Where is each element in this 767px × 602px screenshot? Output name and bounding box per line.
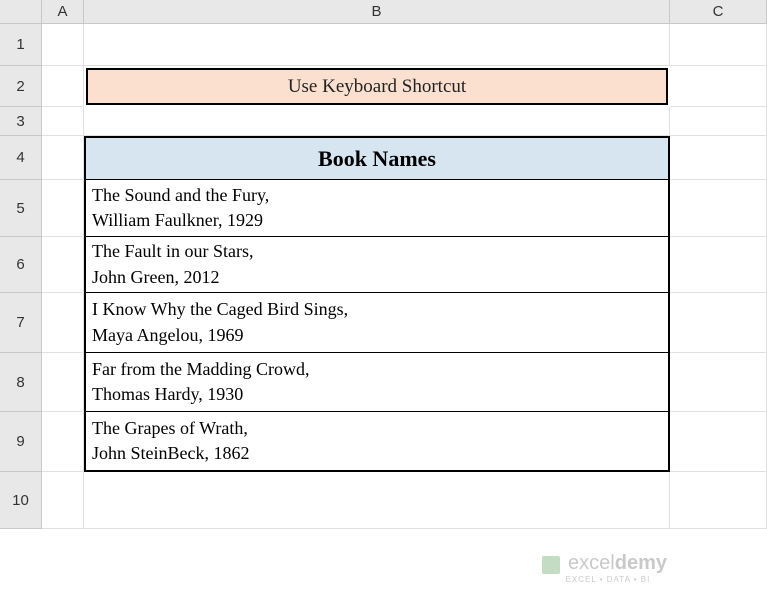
row-header-3[interactable]: 3 xyxy=(0,107,42,136)
book-row-1[interactable]: The Sound and the Fury, William Faulkner… xyxy=(84,180,670,237)
col-header-c[interactable]: C xyxy=(670,0,767,24)
cell-a10[interactable] xyxy=(42,472,84,529)
book-line: John Green, 2012 xyxy=(92,265,662,290)
cell-a4[interactable] xyxy=(42,136,84,180)
col-header-b[interactable]: B xyxy=(84,0,670,24)
row-header-8[interactable]: 8 xyxy=(0,353,42,412)
row-header-6[interactable]: 6 xyxy=(0,237,42,293)
watermark-tagline: EXCEL • DATA • BI xyxy=(566,575,667,584)
cell-c6[interactable] xyxy=(670,237,767,293)
watermark-brand2: demy xyxy=(615,552,667,574)
cell-a9[interactable] xyxy=(42,412,84,472)
col-header-a[interactable]: A xyxy=(42,0,84,24)
cell-a2[interactable] xyxy=(42,66,84,107)
book-row-2[interactable]: The Fault in our Stars, John Green, 2012 xyxy=(84,237,670,293)
watermark-brand1: excel xyxy=(568,552,615,574)
book-line: The Grapes of Wrath, xyxy=(92,416,662,441)
book-line: I Know Why the Caged Bird Sings, xyxy=(92,297,662,322)
watermark-icon xyxy=(542,556,560,574)
table-header[interactable]: Book Names xyxy=(84,136,670,180)
cell-a8[interactable] xyxy=(42,353,84,412)
row-header-4[interactable]: 4 xyxy=(0,136,42,180)
spreadsheet-grid: A B C 1 2 Use Keyboard Shortcut 3 4 Book… xyxy=(0,0,767,529)
cell-b10[interactable] xyxy=(84,472,670,529)
book-line: Thomas Hardy, 1930 xyxy=(92,382,662,407)
book-line: Maya Angelou, 1969 xyxy=(92,323,662,348)
book-line: Far from the Madding Crowd, xyxy=(92,357,662,382)
cell-c8[interactable] xyxy=(670,353,767,412)
cell-c7[interactable] xyxy=(670,293,767,353)
cell-c1[interactable] xyxy=(670,24,767,66)
cell-c9[interactable] xyxy=(670,412,767,472)
watermark: exceldemy EXCEL • DATA • BI xyxy=(542,552,667,584)
book-line: The Fault in our Stars, xyxy=(92,239,662,264)
cell-b1[interactable] xyxy=(84,24,670,66)
cell-c3[interactable] xyxy=(670,107,767,136)
cell-a6[interactable] xyxy=(42,237,84,293)
book-line: William Faulkner, 1929 xyxy=(92,208,662,233)
cell-c2[interactable] xyxy=(670,66,767,107)
cell-c10[interactable] xyxy=(670,472,767,529)
row-header-5[interactable]: 5 xyxy=(0,180,42,237)
row-header-10[interactable]: 10 xyxy=(0,472,42,529)
cell-b3[interactable] xyxy=(84,107,670,136)
row-header-1[interactable]: 1 xyxy=(0,24,42,66)
row-header-7[interactable]: 7 xyxy=(0,293,42,353)
row-header-9[interactable]: 9 xyxy=(0,412,42,472)
book-row-3[interactable]: I Know Why the Caged Bird Sings, Maya An… xyxy=(84,293,670,353)
book-row-5[interactable]: The Grapes of Wrath, John SteinBeck, 186… xyxy=(84,412,670,472)
row-header-2[interactable]: 2 xyxy=(0,66,42,107)
title-cell[interactable]: Use Keyboard Shortcut xyxy=(86,68,668,105)
book-line: The Sound and the Fury, xyxy=(92,183,662,208)
cell-c5[interactable] xyxy=(670,180,767,237)
cell-a7[interactable] xyxy=(42,293,84,353)
cell-a3[interactable] xyxy=(42,107,84,136)
cell-a5[interactable] xyxy=(42,180,84,237)
book-line: John SteinBeck, 1862 xyxy=(92,441,662,466)
book-row-4[interactable]: Far from the Madding Crowd, Thomas Hardy… xyxy=(84,353,670,412)
cell-c4[interactable] xyxy=(670,136,767,180)
cell-a1[interactable] xyxy=(42,24,84,66)
corner-cell[interactable] xyxy=(0,0,42,24)
